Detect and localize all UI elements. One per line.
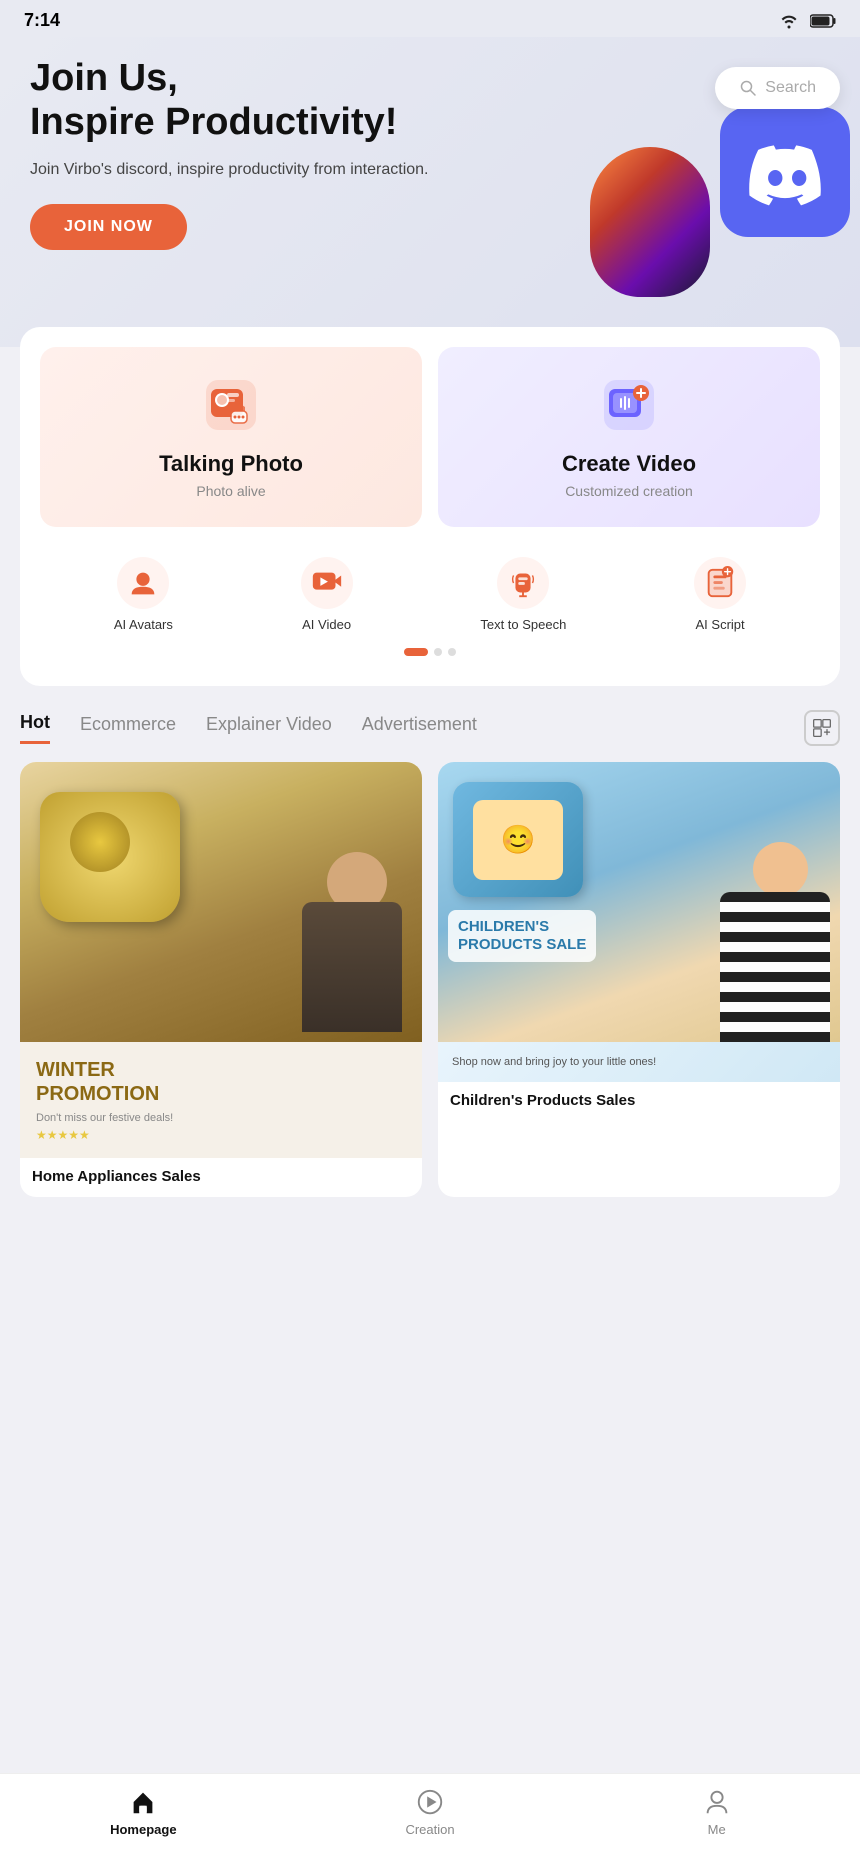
quick-action-ai-avatars[interactable]: AI Avatars — [114, 557, 173, 632]
template-grid-icon — [812, 718, 832, 738]
tab-ecommerce[interactable]: Ecommerce — [80, 714, 176, 743]
join-now-button[interactable]: JOIN NOW — [30, 204, 187, 250]
promo-desc-children: Shop now and bring joy to your little on… — [452, 1056, 826, 1068]
talking-photo-card[interactable]: Talking Photo Photo alive — [40, 347, 422, 527]
discord-icon — [720, 107, 850, 237]
feature-section: Talking Photo Photo alive Create Video — [20, 327, 840, 686]
video-thumb-home-appliances — [20, 762, 422, 1042]
video-card-children-products[interactable]: 😊 CHILDREN'SPRODUCTS SALE Shop now and b… — [438, 762, 840, 1197]
create-video-subtitle: Customized creation — [565, 483, 693, 499]
status-time: 7:14 — [24, 10, 60, 31]
category-tabs: Hot Ecommerce Explainer Video Advertisem… — [20, 710, 840, 746]
quick-actions: AI Avatars AI Video — [40, 547, 820, 648]
ai-video-label: AI Video — [302, 617, 351, 632]
battery-icon — [810, 14, 836, 28]
feature-cards: Talking Photo Photo alive Create Video — [40, 347, 820, 527]
tab-hot[interactable]: Hot — [20, 712, 50, 744]
video-grid: WINTERPROMOTION Don't miss our festive d… — [0, 762, 860, 1317]
rating-stars: ★★★★★ — [36, 1128, 406, 1142]
nav-item-me[interactable]: Me — [573, 1786, 860, 1837]
avatar-orb — [590, 147, 710, 297]
ai-script-icon-container — [694, 557, 746, 609]
tab-explainer[interactable]: Explainer Video — [206, 714, 332, 743]
me-icon — [701, 1786, 733, 1818]
creation-icon — [414, 1786, 446, 1818]
tabs-section: Hot Ecommerce Explainer Video Advertisem… — [0, 686, 860, 762]
discord-logo — [745, 132, 825, 212]
promo-title-kitchen: WINTERPROMOTION — [36, 1058, 406, 1106]
promo-banner-children: Shop now and bring joy to your little on… — [438, 1042, 840, 1082]
hero-title: Join Us,Inspire Productivity! — [30, 57, 470, 144]
carousel-dots — [40, 648, 820, 666]
video-title-children-products: Children's Products Sales — [438, 1082, 840, 1121]
ai-video-icon-container — [301, 557, 353, 609]
dot-3[interactable] — [448, 648, 456, 656]
hero-text: Join Us,Inspire Productivity! Join Virbo… — [30, 57, 470, 250]
create-video-icon — [599, 375, 659, 435]
talking-photo-title: Talking Photo — [159, 451, 303, 477]
promo-desc-kitchen: Don't miss our festive deals! — [36, 1112, 406, 1124]
create-video-card[interactable]: Create Video Customized creation — [438, 347, 820, 527]
text-to-speech-icon — [506, 566, 540, 600]
wifi-icon — [778, 13, 800, 29]
homepage-icon — [127, 1786, 159, 1818]
ai-video-icon — [310, 566, 344, 600]
creation-label: Creation — [405, 1822, 454, 1837]
talking-photo-subtitle: Photo alive — [196, 483, 265, 499]
hero-section: Join Us,Inspire Productivity! Join Virbo… — [0, 37, 860, 347]
ai-script-icon — [703, 566, 737, 600]
quick-action-ai-video[interactable]: AI Video — [301, 557, 353, 632]
search-bubble: Search — [715, 67, 840, 109]
me-label: Me — [708, 1822, 726, 1837]
hero-images: Search — [530, 47, 860, 327]
create-video-title: Create Video — [562, 451, 696, 477]
homepage-label: Homepage — [110, 1822, 176, 1837]
nav-item-creation[interactable]: Creation — [287, 1786, 574, 1837]
dot-2[interactable] — [434, 648, 442, 656]
quick-action-ai-script[interactable]: AI Script — [694, 557, 746, 632]
video-title-home-appliances: Home Appliances Sales — [20, 1158, 422, 1197]
search-label: Search — [765, 79, 816, 97]
status-bar: 7:14 — [0, 0, 860, 37]
search-icon — [739, 79, 757, 97]
text-to-speech-label: Text to Speech — [480, 617, 566, 632]
video-card-home-appliances[interactable]: WINTERPROMOTION Don't miss our festive d… — [20, 762, 422, 1197]
ai-avatars-icon — [126, 566, 160, 600]
dot-1[interactable] — [404, 648, 428, 656]
ai-avatars-label: AI Avatars — [114, 617, 173, 632]
bottom-navigation: Homepage Creation Me — [0, 1773, 860, 1861]
hero-description: Join Virbo's discord, inspire productivi… — [30, 158, 470, 182]
template-icon[interactable] — [804, 710, 840, 746]
ai-script-label: AI Script — [696, 617, 745, 632]
tab-advertisement[interactable]: Advertisement — [362, 714, 477, 743]
nav-item-homepage[interactable]: Homepage — [0, 1786, 287, 1837]
talking-photo-icon — [201, 375, 261, 435]
ai-avatars-icon-container — [117, 557, 169, 609]
text-to-speech-icon-container — [497, 557, 549, 609]
quick-action-text-to-speech[interactable]: Text to Speech — [480, 557, 566, 632]
promo-banner-kitchen: WINTERPROMOTION Don't miss our festive d… — [20, 1042, 422, 1158]
video-thumb-children: 😊 CHILDREN'SPRODUCTS SALE — [438, 762, 840, 1042]
